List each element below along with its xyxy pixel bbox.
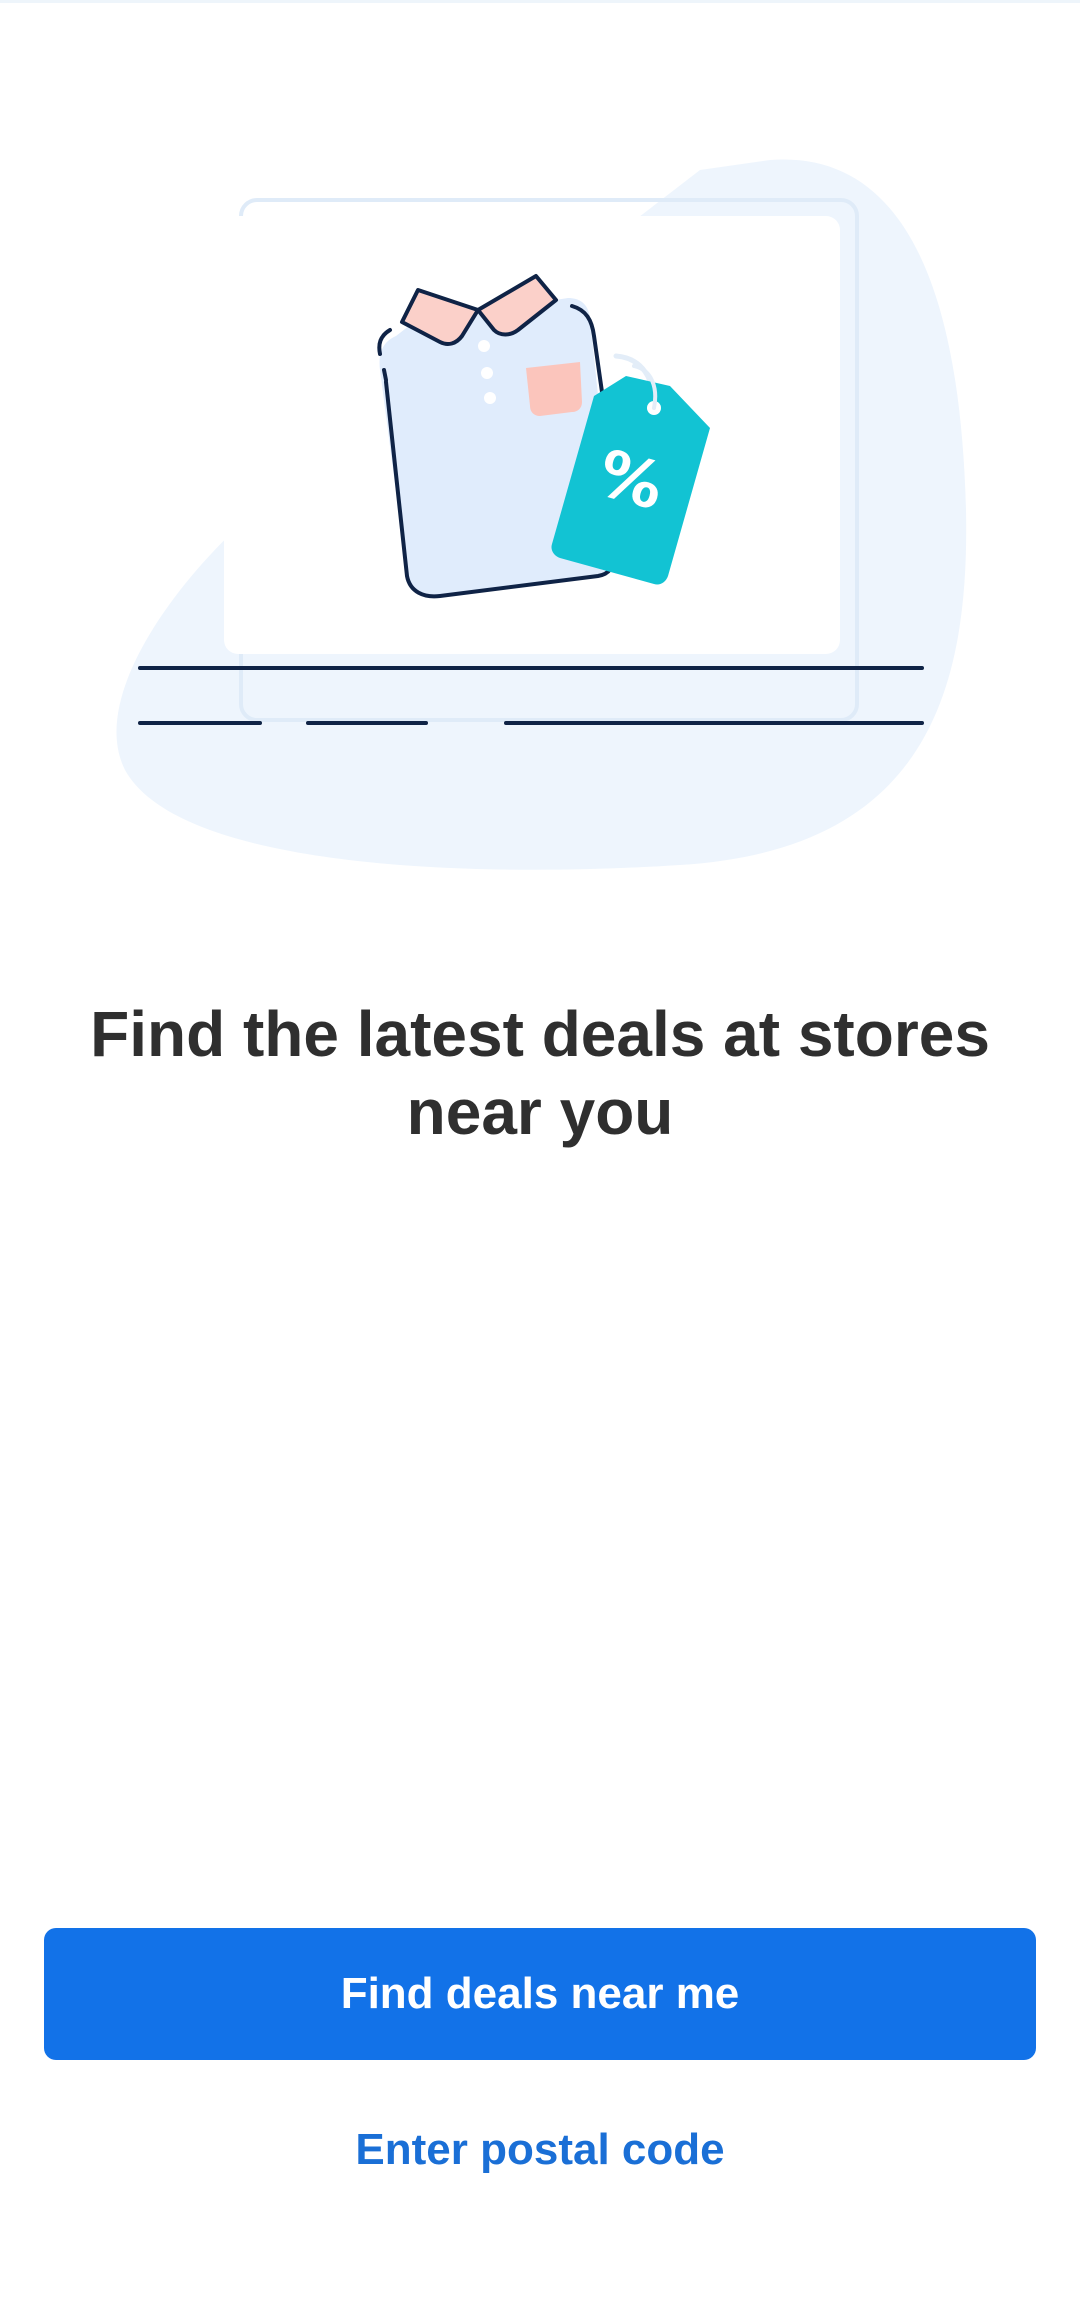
deals-illustration: % bbox=[116, 159, 967, 870]
enter-postal-code-link[interactable]: Enter postal code bbox=[290, 2110, 790, 2190]
find-deals-button[interactable]: Find deals near me bbox=[44, 1928, 1036, 2060]
page-title: Find the latest deals at stores near you bbox=[90, 998, 990, 1148]
status-bar-edge bbox=[0, 0, 1080, 3]
